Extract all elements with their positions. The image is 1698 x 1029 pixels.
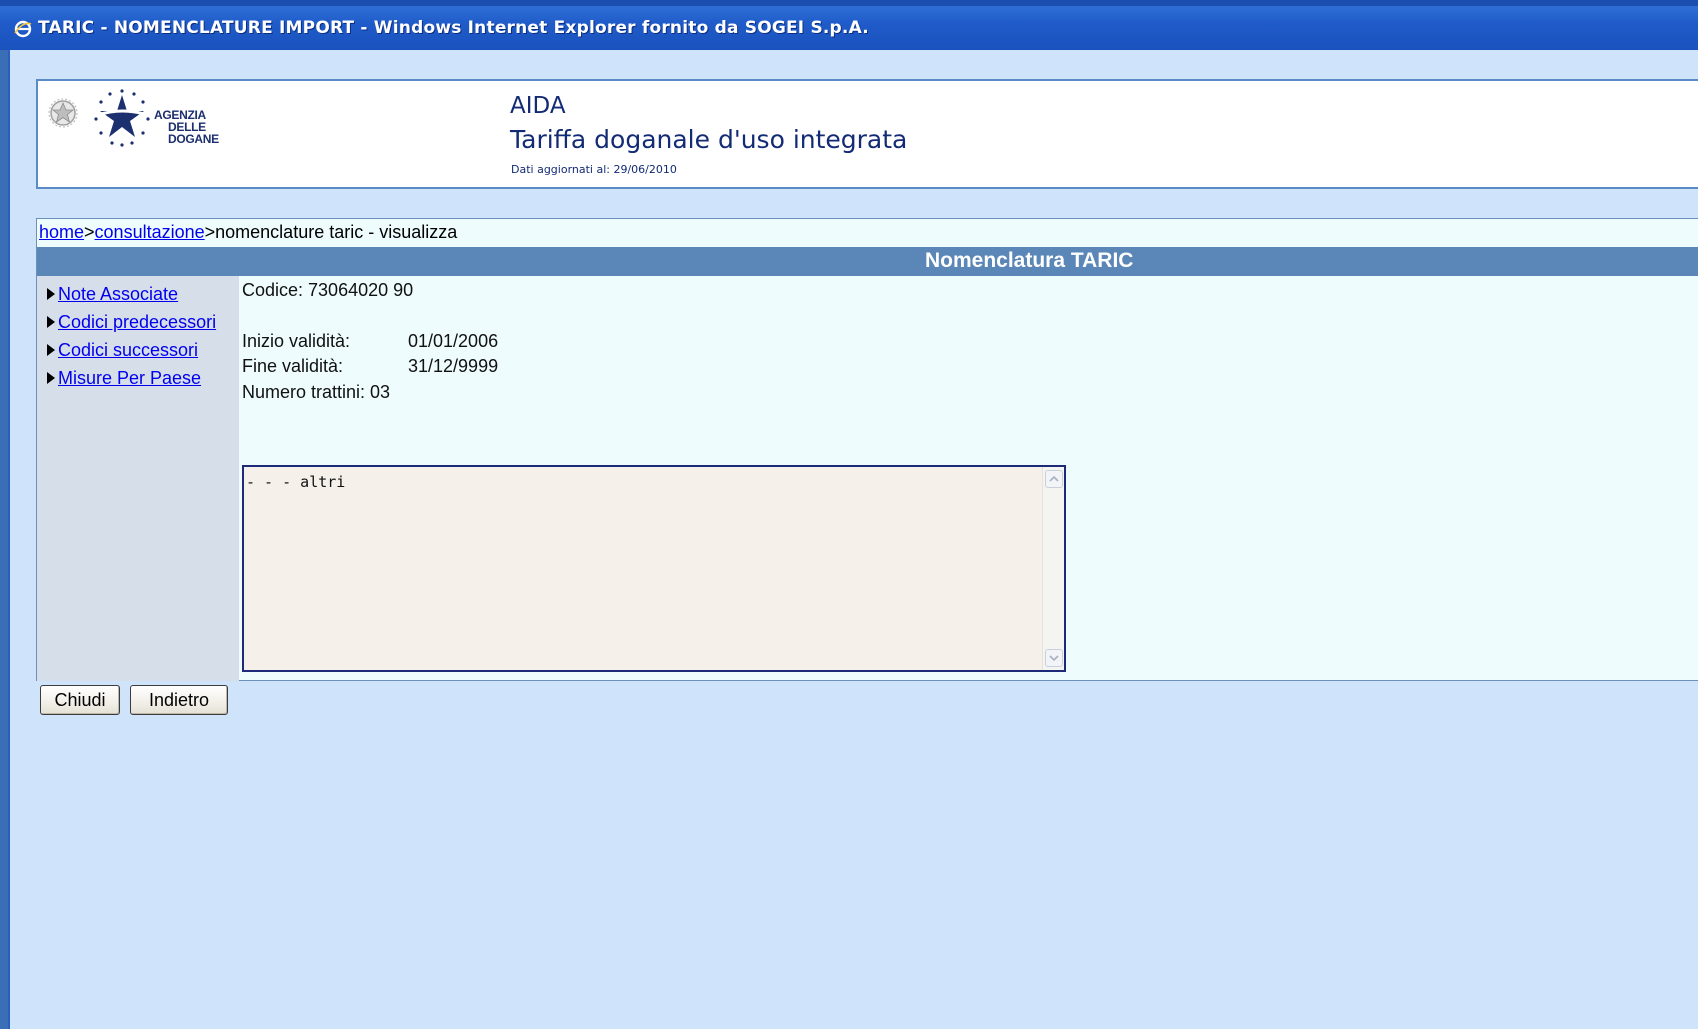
breadcrumb-current: nomenclature taric - visualizza <box>215 222 458 242</box>
triangle-right-icon <box>47 344 55 356</box>
sidebar-item-codici-predecessori[interactable]: Codici predecessori <box>47 310 216 334</box>
section-header: Nomenclatura TARIC <box>37 247 1698 276</box>
app-subtitle: Tariffa doganale d'uso integrata <box>510 125 908 154</box>
logo-line-3: DOGANE <box>168 132 219 146</box>
inizio-validita-label: Inizio validità: <box>242 331 351 351</box>
numero-trattini-text: Numero trattini: 03 <box>242 382 391 402</box>
app-name: AIDA <box>510 93 566 119</box>
back-button[interactable]: Indietro <box>130 685 228 715</box>
sidebar-link-note-associate[interactable]: Note Associate <box>58 284 178 305</box>
inizio-validita-row: Inizio validità: 01/01/2006 <box>242 331 498 352</box>
fine-validita-row: Fine validità: 31/12/9999 <box>242 356 498 377</box>
sidebar-link-codici-predecessori[interactable]: Codici predecessori <box>58 312 216 333</box>
triangle-right-icon <box>47 372 55 384</box>
window-title: TARIC - NOMENCLATURE IMPORT - Windows In… <box>38 18 869 38</box>
scroll-down-button[interactable] <box>1045 649 1063 667</box>
breadcrumb: home>consultazione>nomenclature taric - … <box>39 222 457 244</box>
site-header: AGENZIA DELLE DOGANE AIDA Tariffa dogana… <box>36 79 1698 189</box>
fine-validita-label: Fine validità: <box>242 356 344 376</box>
window-titlebar[interactable]: TARIC - NOMENCLATURE IMPORT - Windows In… <box>0 0 1698 50</box>
sidebar-item-codici-successori[interactable]: Codici successori <box>47 338 198 362</box>
codice-text: Codice: 73064020 90 <box>242 280 414 300</box>
republic-emblem-icon <box>48 98 78 128</box>
inizio-validita-value: 01/01/2006 <box>408 331 499 351</box>
description-textarea[interactable]: - - - altri <box>242 465 1066 672</box>
scroll-up-button[interactable] <box>1045 470 1063 488</box>
breadcrumb-home-link[interactable]: home <box>39 222 84 242</box>
agency-star-logo-icon <box>94 89 150 147</box>
triangle-right-icon <box>47 316 55 328</box>
chevron-down-icon <box>1049 655 1059 661</box>
section-title: Nomenclatura TARIC <box>925 249 1134 272</box>
description-text: - - - altri <box>246 473 346 491</box>
browser-content: AGENZIA DELLE DOGANE AIDA Tariffa dogana… <box>8 50 1698 1029</box>
sidebar-item-note-associate[interactable]: Note Associate <box>47 282 178 306</box>
sidebar-menu: Note Associate Codici predecessori Codic… <box>37 276 239 681</box>
breadcrumb-separator: > <box>204 222 216 242</box>
breadcrumb-consultazione-link[interactable]: consultazione <box>95 222 205 242</box>
data-updated-label: Dati aggiornati al: 29/06/2010 <box>511 163 677 176</box>
chevron-up-icon <box>1049 476 1059 482</box>
breadcrumb-separator: > <box>84 222 95 242</box>
fine-validita-value: 31/12/9999 <box>408 356 499 376</box>
sidebar-link-codici-successori[interactable]: Codici successori <box>58 340 198 361</box>
triangle-right-icon <box>47 288 55 300</box>
sidebar-link-misure-per-paese[interactable]: Misure Per Paese <box>58 368 201 389</box>
close-button[interactable]: Chiudi <box>40 685 120 715</box>
content-panel: home>consultazione>nomenclature taric - … <box>36 218 1698 681</box>
agency-logo-text: AGENZIA DELLE DOGANE <box>154 109 219 145</box>
sidebar-item-misure-per-paese[interactable]: Misure Per Paese <box>47 366 201 390</box>
description-scrollbar[interactable] <box>1042 467 1064 670</box>
internet-explorer-icon <box>14 20 32 38</box>
